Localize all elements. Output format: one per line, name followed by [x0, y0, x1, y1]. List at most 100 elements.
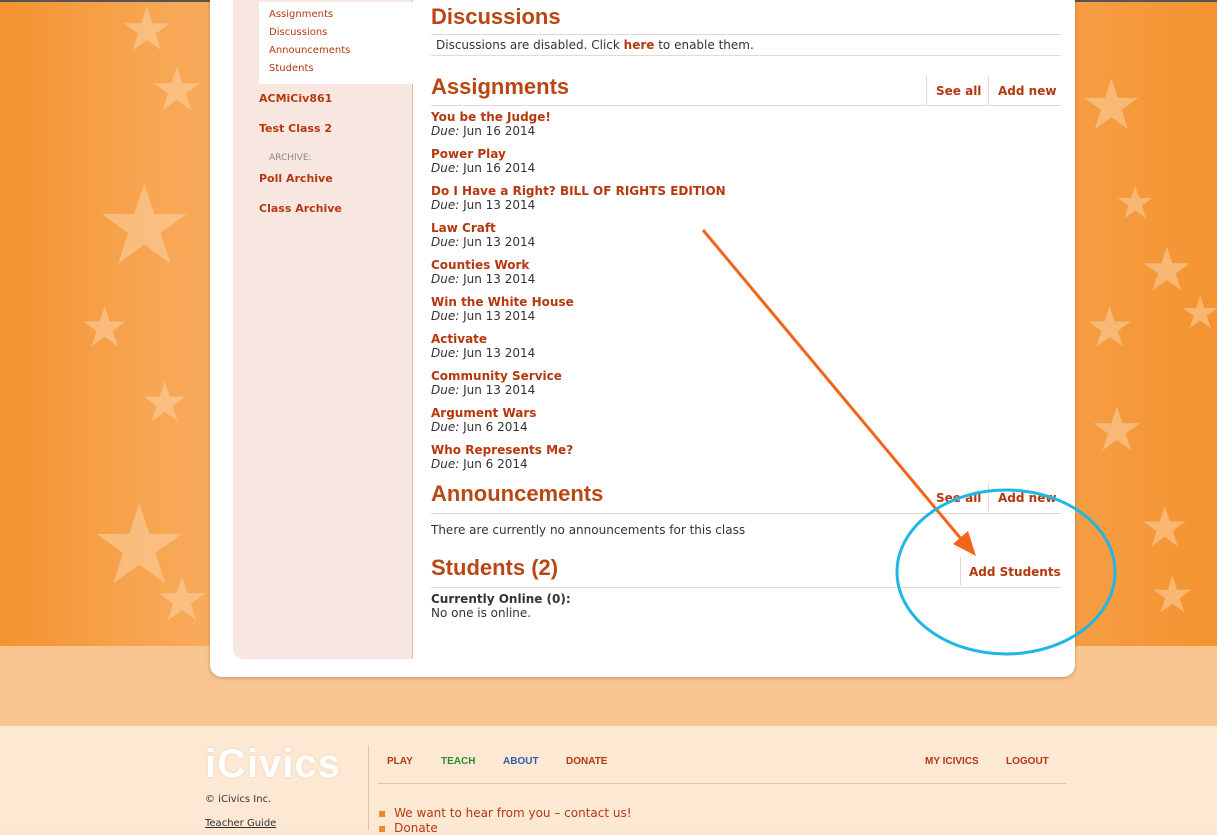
due-label: Due: — [431, 235, 460, 249]
assignment-title-link[interactable]: Argument Wars — [431, 407, 831, 420]
due-date: Jun 13 2014 — [463, 309, 536, 323]
separator — [926, 76, 927, 105]
assignment-due: Due: Jun 13 2014 — [431, 272, 831, 286]
footer-nav-logout[interactable]: LOGOUT — [1006, 756, 1049, 767]
assignment-due: Due: Jun 13 2014 — [431, 235, 831, 249]
assignment-title-link[interactable]: Do I Have a Right? BILL OF RIGHTS EDITIO… — [431, 185, 831, 198]
footer-link-contact[interactable]: ▪ We want to hear from you – contact us! — [378, 806, 632, 820]
due-label: Due: — [431, 457, 460, 471]
footer-nav-play[interactable]: PLAY — [387, 756, 413, 767]
assignment-title-link[interactable]: Who Represents Me? — [431, 444, 831, 457]
subnav-item-students[interactable]: Students — [269, 63, 314, 74]
assignment-title-link[interactable]: Activate — [431, 333, 831, 346]
footer-nav-about[interactable]: ABOUT — [503, 756, 539, 767]
discussions-text-after: to enable them. — [654, 38, 754, 52]
assignment-item: Activate Due: Jun 13 2014 — [431, 333, 831, 370]
due-date: Jun 6 2014 — [463, 457, 528, 471]
assignments-heading: Assignments — [431, 74, 570, 99]
due-date: Jun 13 2014 — [463, 235, 536, 249]
footer-divider — [368, 745, 369, 830]
subnav-item-discussions[interactable]: Discussions — [269, 27, 327, 38]
due-date: Jun 6 2014 — [463, 420, 528, 434]
separator — [960, 557, 961, 586]
icivics-logo[interactable]: iCivics — [205, 742, 341, 787]
divider — [431, 587, 1061, 588]
star-icon: ★ — [1085, 295, 1135, 359]
star-icon: ★ — [120, 0, 174, 65]
assignment-due: Due: Jun 16 2014 — [431, 161, 831, 175]
currently-online-label: Currently Online (0): — [431, 592, 571, 606]
assignment-item: Win the White House Due: Jun 13 2014 — [431, 296, 831, 333]
assignment-title-link[interactable]: Power Play — [431, 148, 831, 161]
due-label: Due: — [431, 420, 460, 434]
bullet-icon: ▪ — [378, 821, 387, 835]
sidebar-class-test-class-2[interactable]: Test Class 2 — [259, 122, 332, 135]
star-icon: ★ — [1090, 395, 1144, 465]
assignment-title-link[interactable]: Community Service — [431, 370, 831, 383]
assignment-due: Due: Jun 6 2014 — [431, 420, 831, 434]
discussions-status: Discussions are disabled. Click here to … — [436, 38, 754, 52]
assignment-item: Argument Wars Due: Jun 6 2014 — [431, 407, 831, 444]
assignment-item: Do I Have a Right? BILL OF RIGHTS EDITIO… — [431, 185, 831, 222]
divider — [431, 105, 1061, 106]
assignment-title-link[interactable]: Law Craft — [431, 222, 831, 235]
separator — [988, 483, 989, 512]
due-date: Jun 13 2014 — [463, 272, 536, 286]
assignment-due: Due: Jun 13 2014 — [431, 309, 831, 323]
footer-link-donate-label: Donate — [394, 821, 438, 835]
due-label: Due: — [431, 309, 460, 323]
footer-link-donate[interactable]: ▪ Donate — [378, 821, 438, 835]
assignment-title-link[interactable]: You be the Judge! — [431, 111, 831, 124]
bullet-icon: ▪ — [378, 806, 387, 820]
due-date: Jun 13 2014 — [463, 346, 536, 360]
due-label: Due: — [431, 198, 460, 212]
announcements-see-all-link[interactable]: See all — [936, 491, 981, 505]
due-label: Due: — [431, 124, 460, 138]
star-icon: ★ — [1140, 495, 1190, 559]
sidebar-class-archive[interactable]: Class Archive — [259, 202, 342, 215]
sidebar-class-acmiciv861[interactable]: ACMiCiv861 — [259, 92, 332, 105]
announcements-add-new-link[interactable]: Add new — [998, 491, 1056, 505]
footer-divider — [378, 783, 1066, 784]
star-icon: ★ — [150, 55, 204, 125]
announcements-heading: Announcements — [431, 481, 604, 506]
assignment-item: Counties Work Due: Jun 13 2014 — [431, 259, 831, 296]
footer-nav-teach[interactable]: TEACH — [441, 756, 475, 767]
due-label: Due: — [431, 346, 460, 360]
sidebar-poll-archive[interactable]: Poll Archive — [259, 172, 333, 185]
assignment-due: Due: Jun 13 2014 — [431, 383, 831, 397]
assignment-title-link[interactable]: Win the White House — [431, 296, 831, 309]
assignment-list: You be the Judge! Due: Jun 16 2014 Power P… — [431, 111, 831, 481]
no-one-online-text: No one is online. — [431, 606, 532, 620]
star-icon: ★ — [1080, 64, 1143, 146]
assignments-add-new-link[interactable]: Add new — [998, 84, 1056, 98]
assignment-title-link[interactable]: Counties Work — [431, 259, 831, 272]
teacher-guide-link[interactable]: Teacher Guide — [205, 818, 276, 829]
assignment-item: You be the Judge! Due: Jun 16 2014 — [431, 111, 831, 148]
assignment-due: Due: Jun 6 2014 — [431, 457, 831, 471]
discussions-text-before: Discussions are disabled. Click — [436, 38, 624, 52]
star-icon: ★ — [95, 161, 194, 289]
assignment-due: Due: Jun 16 2014 — [431, 124, 831, 138]
subnav-item-assignments[interactable]: Assignments — [269, 9, 333, 20]
assignment-item: Law Craft Due: Jun 13 2014 — [431, 222, 831, 259]
due-date: Jun 13 2014 — [463, 383, 536, 397]
sidebar-subnav: Assignments Discussions Announcements St… — [259, 2, 413, 84]
add-students-button[interactable]: Add Students — [969, 565, 1061, 579]
assignment-due: Due: Jun 13 2014 — [431, 198, 831, 212]
separator — [988, 76, 989, 105]
star-icon: ★ — [1115, 176, 1156, 229]
no-announcements-text: There are currently no announcements for… — [431, 523, 746, 537]
divider — [431, 55, 1061, 56]
footer-nav-my-icivics[interactable]: MY ICIVICS — [925, 756, 979, 767]
divider — [431, 34, 1061, 35]
footer-nav-donate[interactable]: DONATE — [566, 756, 607, 767]
copyright-text: © iCivics Inc. — [205, 794, 272, 805]
divider — [431, 513, 1061, 514]
due-date: Jun 16 2014 — [463, 124, 536, 138]
archive-label: ARCHIVE: — [269, 153, 312, 163]
assignments-see-all-link[interactable]: See all — [936, 84, 981, 98]
enable-discussions-link[interactable]: here — [624, 38, 655, 52]
subnav-item-announcements[interactable]: Announcements — [269, 45, 350, 56]
star-icon: ★ — [1180, 286, 1217, 339]
